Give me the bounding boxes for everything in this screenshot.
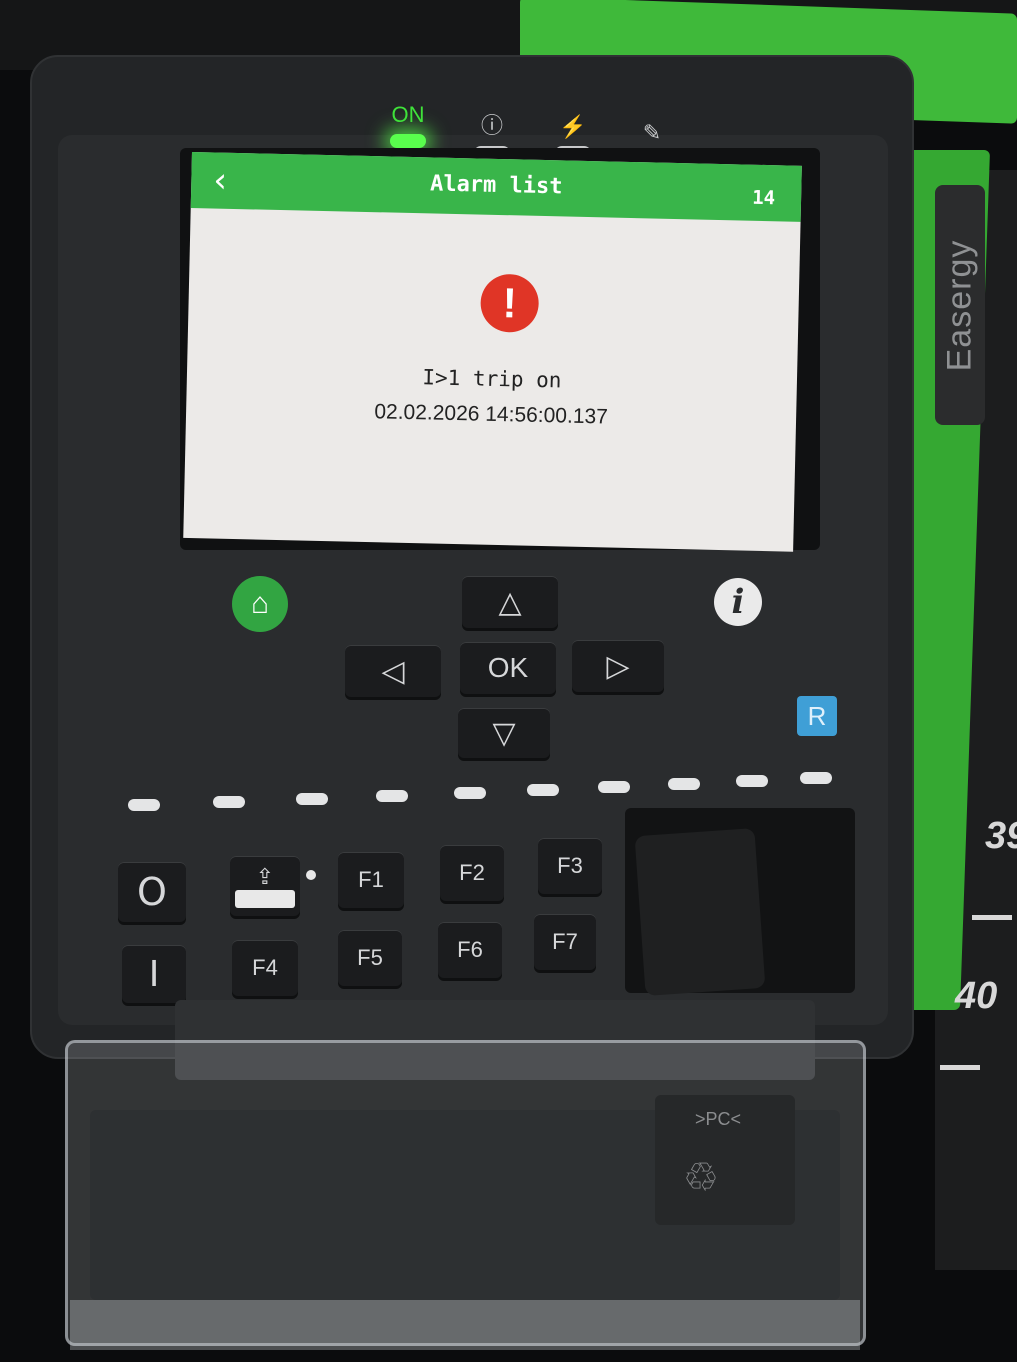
recycle-icon: ♲ (683, 1156, 719, 1200)
local-remote-led (306, 870, 316, 880)
up-arrow-button[interactable]: △ (462, 576, 558, 628)
power-on-led (390, 134, 426, 148)
scale-number-39: 39 (985, 815, 1017, 857)
alert-circle-icon: ! (479, 273, 540, 333)
home-icon: ⌂ (250, 587, 270, 620)
home-button[interactable]: ⌂ (232, 576, 288, 632)
f4-button[interactable]: F4 (232, 940, 298, 996)
reset-button[interactable]: R (797, 696, 837, 736)
f1-button[interactable]: F1 (338, 852, 404, 908)
on-led-label: ON (391, 102, 425, 127)
info-icon: i (731, 582, 745, 622)
on-led-indicator: ON (378, 102, 438, 148)
f5-button[interactable]: F5 (338, 930, 402, 986)
arrow-right-icon: ▷ (606, 648, 630, 684)
open-breaker-button[interactable]: O (118, 862, 186, 922)
local-remote-button[interactable]: ⇪ (230, 856, 300, 916)
function-led-1 (128, 799, 160, 811)
scale-tick (972, 915, 1012, 920)
f3-button[interactable]: F3 (538, 838, 602, 894)
open-icon: O (137, 870, 167, 914)
left-arrow-button[interactable]: ◁ (345, 645, 441, 697)
f2-button[interactable]: F2 (440, 845, 504, 901)
warning-icon: ⓘ (480, 113, 503, 138)
function-led-2 (213, 796, 245, 808)
function-led-4 (376, 790, 408, 802)
f7-button[interactable]: F7 (534, 914, 596, 970)
function-led-8 (668, 778, 700, 790)
ok-button[interactable]: OK (460, 642, 556, 694)
scale-tick (940, 1065, 980, 1070)
usb-port-cap[interactable] (634, 828, 766, 996)
ok-label: OK (487, 652, 529, 683)
alarm-timestamp: 02.02.2026 14:56:00.137 (374, 400, 609, 429)
function-led-3 (296, 793, 328, 805)
close-breaker-button[interactable]: I (122, 945, 186, 1003)
function-led-10 (800, 772, 832, 784)
arrow-left-icon: ◁ (381, 653, 405, 689)
close-icon: I (148, 953, 160, 995)
local-remote-icon: ⇪ (255, 864, 275, 890)
screen-title: Alarm list (429, 171, 563, 200)
down-arrow-button[interactable]: ▽ (458, 708, 550, 758)
trip-icon: ⚡ (559, 114, 587, 139)
arrow-up-icon: △ (498, 584, 522, 620)
local-remote-indicator (235, 889, 295, 908)
function-led-9 (736, 775, 768, 787)
cover-bottom-edge (70, 1300, 860, 1350)
lcd-screen: ‹ Alarm list 14 ! I>1 trip on 02.02.2026… (183, 152, 802, 552)
material-mark: >PC< (695, 1109, 742, 1129)
f6-button[interactable]: F6 (438, 922, 502, 978)
alarm-message: I>1 trip on (422, 365, 562, 393)
cover-latch[interactable]: >PC< ♲ (655, 1095, 795, 1225)
function-led-6 (527, 784, 559, 796)
alarm-count: 14 (751, 186, 776, 210)
reset-label: R (807, 700, 827, 731)
right-arrow-button[interactable]: ▷ (572, 640, 664, 692)
info-button[interactable]: i (714, 578, 762, 626)
wrench-icon: ✎ (642, 120, 662, 145)
easergy-brand-text: Easergy (940, 239, 979, 371)
arrow-down-icon: ▽ (492, 715, 516, 751)
easergy-brand-label: Easergy (935, 185, 985, 425)
function-led-7 (598, 781, 630, 793)
function-led-5 (454, 787, 486, 799)
scale-number-40: 40 (955, 975, 998, 1017)
